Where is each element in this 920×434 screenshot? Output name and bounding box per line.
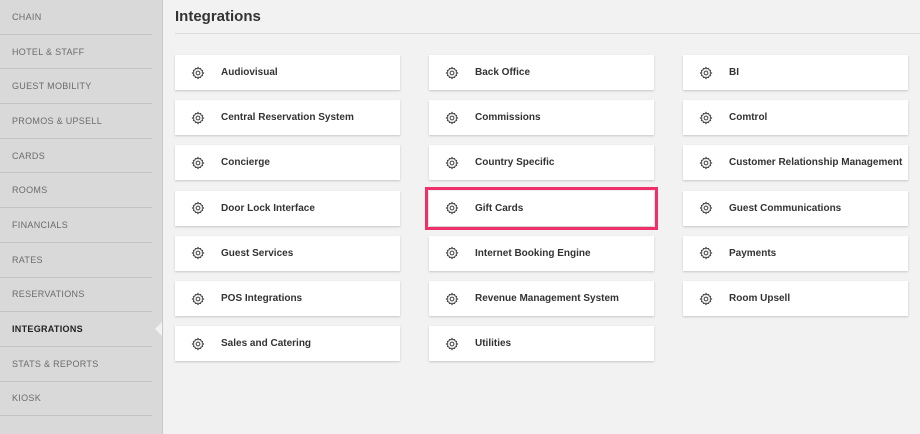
integration-card-label: Audiovisual bbox=[221, 67, 278, 78]
integration-card-label: Comtrol bbox=[729, 112, 768, 124]
gear-icon bbox=[445, 111, 459, 125]
integration-card-label: Country Specific bbox=[475, 157, 555, 169]
sidebar-item-kiosk[interactable]: KIOSK bbox=[0, 382, 152, 417]
sidebar-item-hotel-staff[interactable]: HOTEL & STAFF bbox=[0, 35, 152, 70]
integration-card-label: Sales and Catering bbox=[221, 338, 312, 350]
gear-icon bbox=[191, 156, 205, 170]
sidebar-item-label: INTEGRATIONS bbox=[12, 324, 83, 335]
integration-card-door-lock-interface[interactable]: Door Lock Interface bbox=[175, 190, 400, 226]
integration-card-label: Guest Communications bbox=[729, 202, 842, 214]
main-content: Integrations Audiovisual Back Office BI Cen… bbox=[175, 0, 920, 434]
integration-card-pos-integrations[interactable]: POS Integrations bbox=[175, 281, 400, 316]
sidebar-item-label: PROMOS & UPSELL bbox=[12, 115, 103, 126]
integration-card-country-specific[interactable]: Country Specific bbox=[429, 145, 654, 181]
gear-icon bbox=[191, 66, 205, 80]
gear-icon bbox=[191, 111, 205, 125]
sidebar-item-cards[interactable]: CARDS bbox=[0, 139, 152, 174]
sidebar-item-promos-upsell[interactable]: PROMOS & UPSELL bbox=[0, 104, 152, 139]
title-divider bbox=[175, 33, 920, 34]
gear-icon bbox=[445, 337, 459, 351]
integration-card-label: Door Lock Interface bbox=[221, 202, 315, 214]
gear-icon bbox=[699, 111, 713, 125]
integration-card-utilities[interactable]: Utilities bbox=[429, 326, 654, 362]
integration-card-label: Internet Booking Engine bbox=[475, 247, 591, 259]
sidebar-item-label: KIOSK bbox=[12, 393, 42, 404]
sidebar-item-label: STATS & REPORTS bbox=[12, 358, 99, 369]
sidebar-item-label: RESERVATIONS bbox=[12, 289, 85, 300]
sidebar-nav: CHAIN HOTEL & STAFF GUEST MOBILITY PROMO… bbox=[0, 0, 163, 434]
gear-icon bbox=[191, 337, 205, 351]
sidebar-item-reservations[interactable]: RESERVATIONS bbox=[0, 278, 152, 313]
sidebar-item-stats-reports[interactable]: STATS & REPORTS bbox=[0, 347, 152, 382]
integration-card-back-office[interactable]: Back Office bbox=[429, 55, 654, 90]
integration-card-label: Utilities bbox=[475, 338, 512, 350]
integration-card-commissions[interactable]: Commissions bbox=[429, 100, 654, 136]
integration-card-audiovisual[interactable]: Audiovisual bbox=[175, 55, 400, 90]
gear-icon bbox=[699, 246, 713, 260]
sidebar-item-label: FINANCIALS bbox=[12, 219, 69, 230]
gear-icon bbox=[445, 246, 459, 260]
integration-card-internet-booking-engine[interactable]: Internet Booking Engine bbox=[429, 235, 654, 271]
gear-icon bbox=[445, 156, 459, 170]
sidebar-item-financials[interactable]: FINANCIALS bbox=[0, 208, 152, 243]
sidebar-item-guest-mobility[interactable]: GUEST MOBILITY bbox=[0, 69, 152, 105]
gear-icon bbox=[699, 66, 713, 80]
sidebar-item-label: HOTEL & STAFF bbox=[12, 46, 85, 57]
integration-card-label: Concierge bbox=[221, 157, 270, 169]
gear-icon bbox=[445, 66, 459, 80]
integration-card-bi[interactable]: BI bbox=[683, 55, 908, 90]
gear-icon bbox=[699, 292, 713, 306]
gear-icon bbox=[191, 292, 205, 306]
gear-icon bbox=[699, 156, 713, 170]
sidebar-item-integrations[interactable]: INTEGRATIONS bbox=[0, 312, 162, 347]
integration-card-room-upsell[interactable]: Room Upsell bbox=[683, 281, 908, 316]
integration-card-label: Back Office bbox=[475, 67, 531, 78]
page-title: Integrations bbox=[175, 8, 261, 25]
integration-card-customer-relationship-management[interactable]: Customer Relationship Management bbox=[683, 145, 908, 181]
integration-card-comtrol[interactable]: Comtrol bbox=[683, 100, 908, 136]
integration-card-sales-and-catering[interactable]: Sales and Catering bbox=[175, 326, 400, 362]
gear-icon bbox=[699, 201, 713, 215]
integration-card-label: Commissions bbox=[475, 112, 541, 124]
sidebar-item-label: RATES bbox=[12, 254, 43, 265]
sidebar-item-rooms[interactable]: ROOMS bbox=[0, 173, 152, 209]
gear-icon bbox=[191, 201, 205, 215]
integration-card-label: Customer Relationship Management bbox=[729, 157, 903, 169]
integration-card-label: Guest Services bbox=[221, 247, 294, 259]
gear-icon bbox=[445, 292, 459, 306]
integration-card-label: Payments bbox=[729, 247, 777, 259]
integration-card-guest-services[interactable]: Guest Services bbox=[175, 235, 400, 271]
sidebar-item-label: GUEST MOBILITY bbox=[12, 81, 92, 92]
gear-icon bbox=[191, 246, 205, 260]
integration-card-label: Room Upsell bbox=[729, 293, 791, 304]
sidebar-item-rates[interactable]: RATES bbox=[0, 243, 152, 278]
integration-card-revenue-management-system[interactable]: Revenue Management System bbox=[429, 281, 654, 316]
integration-card-central-reservation-system[interactable]: Central Reservation System bbox=[175, 100, 400, 136]
integration-card-guest-communications[interactable]: Guest Communications bbox=[683, 190, 908, 226]
gear-icon bbox=[445, 201, 459, 215]
integration-card-label: POS Integrations bbox=[221, 293, 303, 304]
integration-card-concierge[interactable]: Concierge bbox=[175, 145, 400, 181]
sidebar-item-label: CHAIN bbox=[12, 11, 42, 22]
active-indicator-arrow bbox=[155, 322, 162, 337]
integration-card-payments[interactable]: Payments bbox=[683, 235, 908, 271]
integration-card-label: Central Reservation System bbox=[221, 112, 354, 124]
integration-card-label: BI bbox=[729, 67, 739, 78]
sidebar-item-label: ROOMS bbox=[12, 185, 48, 196]
sidebar-item-chain[interactable]: CHAIN bbox=[0, 0, 152, 35]
integration-card-label: Gift Cards bbox=[475, 202, 524, 214]
sidebar-item-label: CARDS bbox=[12, 150, 46, 161]
integration-card-gift-cards[interactable]: Gift Cards bbox=[425, 186, 658, 230]
integration-card-label: Revenue Management System bbox=[475, 293, 619, 304]
